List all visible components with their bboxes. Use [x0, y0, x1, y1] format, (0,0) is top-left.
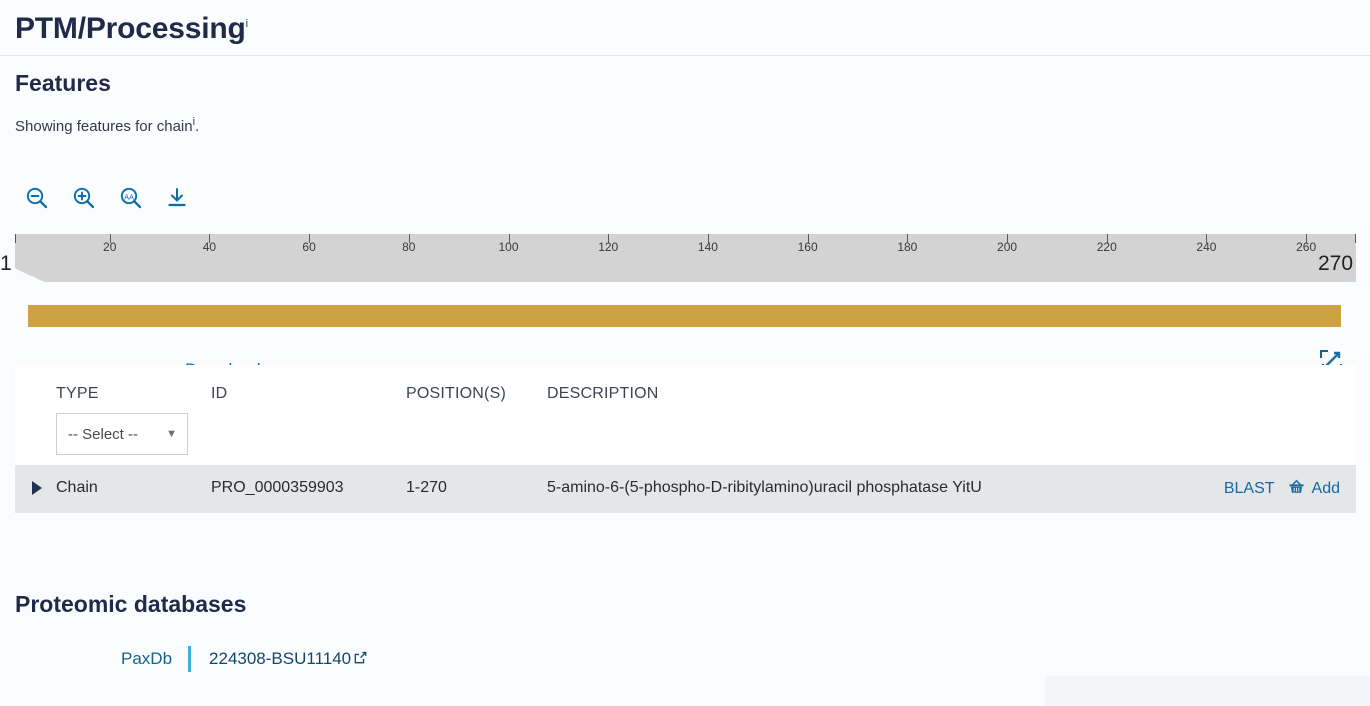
ruler-tick-label: 40 [202, 240, 217, 254]
row-actions: BLAST Add [1224, 477, 1340, 501]
ruler-tick [15, 234, 16, 243]
features-subtitle-period: . [195, 118, 200, 135]
ruler-tick-label: 260 [1296, 240, 1317, 254]
column-header-description: DESCRIPTION [547, 385, 659, 402]
external-link-icon [354, 649, 367, 669]
ptm-processing-page: PTM/Processingi Features Showing feature… [0, 0, 1370, 706]
row-id: PRO_0000359903 [211, 479, 344, 496]
zoom-in-icon[interactable] [69, 183, 99, 213]
features-table-header: TYPE ID POSITION(S) DESCRIPTION -- Selec… [15, 365, 1356, 465]
database-identifier-link[interactable]: 224308-BSU11140 [209, 649, 367, 669]
add-label: Add [1311, 480, 1340, 497]
column-header-positions: POSITION(S) [406, 385, 506, 402]
ruler-ticks: 20 40 60 80 100 120 140 160 180 200 220 240 260 [15, 234, 1356, 282]
feature-viewer-toolbar: AA Download [0, 175, 1370, 379]
entry-divider [188, 646, 192, 672]
database-name-paxdb[interactable]: PaxDb [121, 649, 172, 669]
column-header-type: TYPE [56, 385, 99, 402]
ruler-end-label: 270 [1318, 252, 1354, 275]
download-icon[interactable] [162, 183, 192, 213]
chevron-down-icon: ▼ [166, 428, 177, 440]
page-title-text: PTM/Processing [15, 12, 246, 45]
zoom-amino-acid-icon[interactable]: AA [116, 183, 146, 213]
type-filter-value: -- Select -- [68, 425, 139, 443]
ruler-tick [1355, 234, 1356, 243]
chain-feature-bar[interactable] [28, 305, 1341, 327]
ruler-tick-label: 120 [598, 240, 619, 254]
blast-button[interactable]: BLAST [1224, 480, 1275, 498]
ruler-tick-label: 140 [697, 240, 718, 254]
svg-text:AA: AA [124, 192, 134, 201]
page-title: PTM/Processingi [15, 12, 248, 46]
basket-icon [1287, 477, 1306, 501]
ruler-tick-label: 160 [797, 240, 818, 254]
section-title-bar: PTM/Processingi [0, 0, 1370, 56]
proteomic-databases-heading: Proteomic databases [15, 591, 247, 617]
zoom-out-icon[interactable] [22, 183, 52, 213]
features-table: TYPE ID POSITION(S) DESCRIPTION -- Selec… [15, 365, 1356, 513]
sequence-ruler[interactable]: 20 40 60 80 100 120 140 160 180 200 220 240 260 [15, 234, 1356, 282]
bottom-panel [1045, 676, 1370, 706]
ruler-tick-label: 20 [103, 240, 117, 254]
features-subtitle-text: Showing features for chain [15, 118, 193, 135]
ruler-tick-label: 60 [302, 240, 316, 254]
feature-track-area [0, 290, 1370, 350]
add-to-basket-button[interactable]: Add [1287, 477, 1340, 501]
proteomic-database-entry: PaxDb 224308-BSU11140 [121, 645, 367, 673]
ruler-tick-label: 240 [1196, 240, 1217, 254]
title-info-icon[interactable]: i [246, 18, 248, 30]
database-identifier-text: 224308-BSU11140 [209, 649, 352, 668]
ruler-tick-label: 200 [997, 240, 1018, 254]
table-row[interactable]: Chain PRO_0000359903 1-270 5-amino-6-(5-… [15, 465, 1356, 513]
features-heading: Features [15, 70, 111, 96]
ruler-tick-label: 180 [897, 240, 918, 254]
ruler-tick-label: 100 [498, 240, 519, 254]
type-filter-select[interactable]: -- Select -- ▼ [56, 413, 188, 455]
row-positions: 1-270 [406, 479, 447, 496]
ruler-start-label: 1 [0, 252, 12, 275]
row-description: 5-amino-6-(5-phospho-D-ribitylamino)urac… [547, 479, 982, 496]
ruler-tick-label: 220 [1096, 240, 1117, 254]
row-type: Chain [56, 479, 98, 496]
features-subtitle: Showing features for chaini. [15, 116, 199, 135]
row-expand-arrow-icon[interactable] [32, 481, 42, 495]
column-header-id: ID [211, 385, 228, 402]
ruler-tick-label: 80 [402, 240, 416, 254]
